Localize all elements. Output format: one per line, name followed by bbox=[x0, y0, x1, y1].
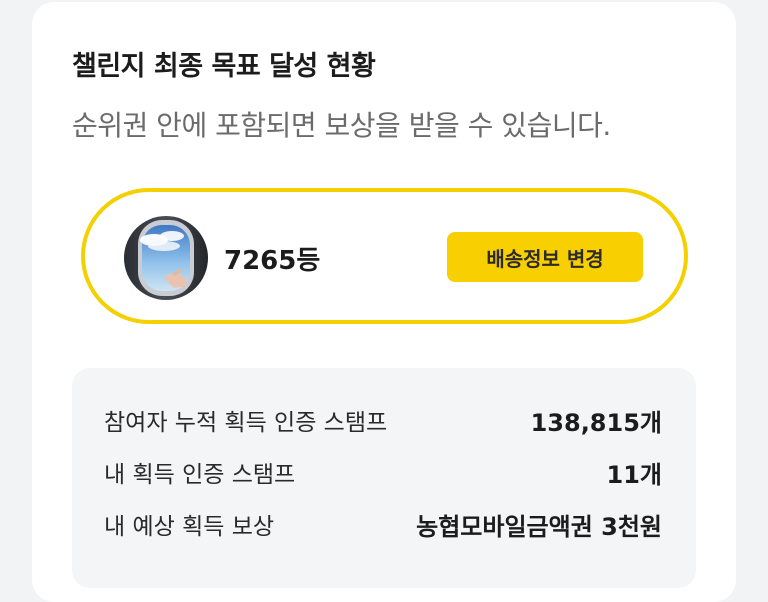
airplane-window-photo-icon bbox=[124, 216, 208, 300]
stat-label-total-stamps: 참여자 누적 획득 인증 스탬프 bbox=[104, 410, 388, 436]
stat-label-expected-reward: 내 예상 획득 보상 bbox=[104, 514, 275, 540]
avatar bbox=[124, 216, 208, 300]
stat-value-my-stamps: 11개 bbox=[606, 461, 662, 489]
page-subtitle: 순위권 안에 포함되면 보상을 받을 수 있습니다. bbox=[72, 109, 611, 142]
rank-value: 7265등 bbox=[224, 246, 321, 276]
stat-value-total-stamps: 138,815개 bbox=[530, 409, 662, 437]
page-title: 챌린지 최종 목표 달성 현황 bbox=[72, 51, 376, 82]
change-shipping-info-button[interactable]: 배송정보 변경 bbox=[447, 232, 643, 282]
stat-label-my-stamps: 내 획득 인증 스탬프 bbox=[104, 462, 296, 488]
stat-value-expected-reward: 농협모바일금액권 3천원 bbox=[416, 513, 662, 541]
